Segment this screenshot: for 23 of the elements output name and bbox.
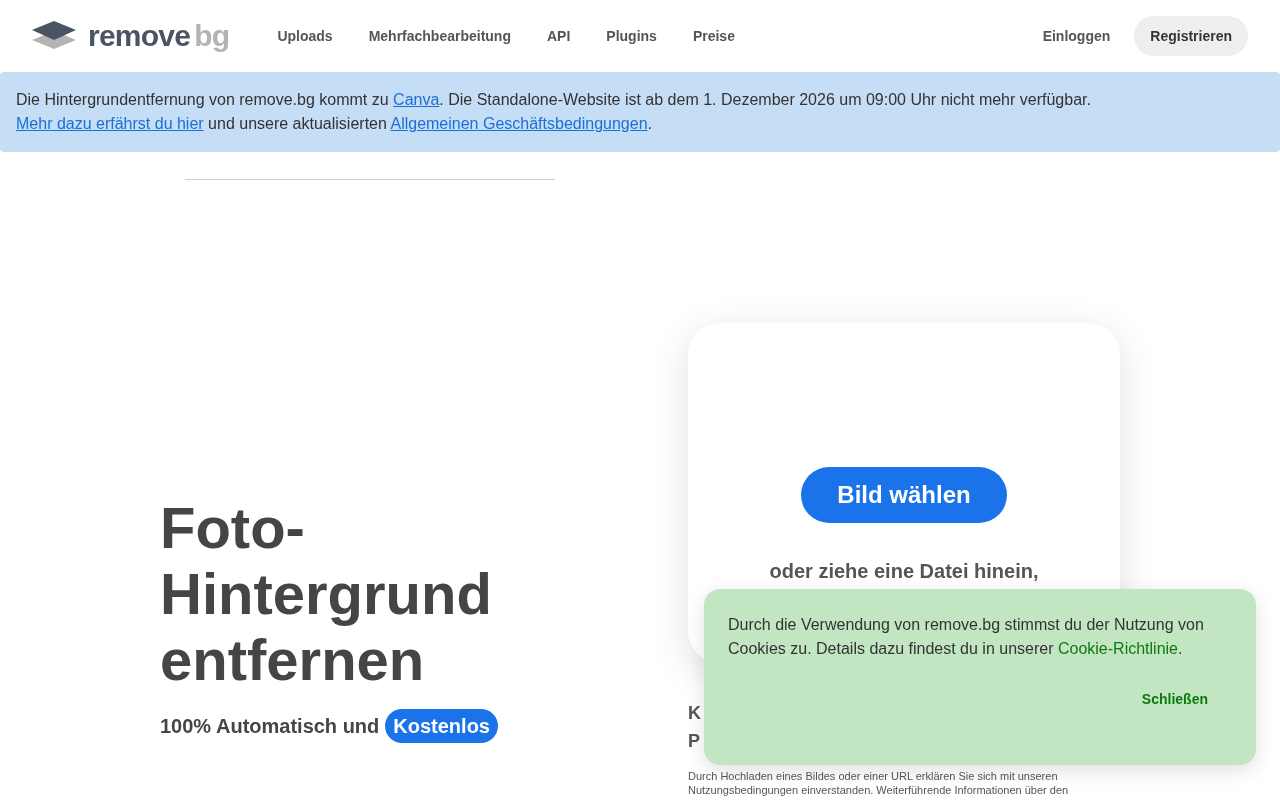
- nav-link[interactable]: Plugins: [606, 25, 657, 47]
- nav-link[interactable]: Mehrfachbearbeitung: [368, 25, 511, 47]
- register-button[interactable]: Registrieren: [1134, 16, 1248, 56]
- cookie-text: Durch die Verwendung von remove.bg stimmst du der Nutzung von Cookies zu. Details dazu findest du in unserer Cookie-Richtlinie.: [728, 615, 1205, 659]
- notice-text: Die Hintergrundentfernung von remove.bg kommt zu Canva. Die Standalone-Website ist ab dem 1. Dezember 2026 um 09:00 Uhr nicht mehr verfügbar. Mehr dazu erfährst du hier und unsere aktualisierten Allgemeinen Geschäftsbedingungen.: [16, 90, 1092, 134]
- nav-link[interactable]: Uploads: [277, 25, 333, 47]
- notice-link[interactable]: Allgemeinen Geschäftsbedingungen: [390, 115, 648, 132]
- nav-link[interactable]: Preise: [692, 25, 735, 47]
- login-link[interactable]: Einloggen: [1042, 25, 1111, 47]
- hero-title: Foto- Hintergrund entfernen: [160, 495, 493, 693]
- free-badge: Kostenlos: [385, 709, 498, 743]
- terms-disclaimer: Durch Hochladen eines Bildes oder einer URL erklären Sie sich mit unseren Nutzungsbedingungen einverstanden. Weiterführende Informationen über den: [688, 769, 1070, 797]
- logo-icon: [32, 21, 76, 51]
- card-caption: K: [688, 702, 702, 725]
- notice-link[interactable]: Mehr dazu erfährst du hier: [16, 115, 204, 132]
- choose-image-button[interactable]: Bild wählen: [801, 467, 1007, 523]
- logo-text[interactable]: removebg: [88, 21, 230, 51]
- card-caption: P: [688, 730, 701, 753]
- close-button[interactable]: Schließen: [1141, 689, 1208, 710]
- nav-link[interactable]: API: [547, 25, 571, 47]
- cookie-policy-link[interactable]: Cookie-Richtlinie: [1057, 640, 1178, 657]
- hero-subtitle: 100% Automatisch und: [160, 714, 380, 739]
- drop-hint: oder ziehe eine Datei hinein,: [769, 559, 1039, 584]
